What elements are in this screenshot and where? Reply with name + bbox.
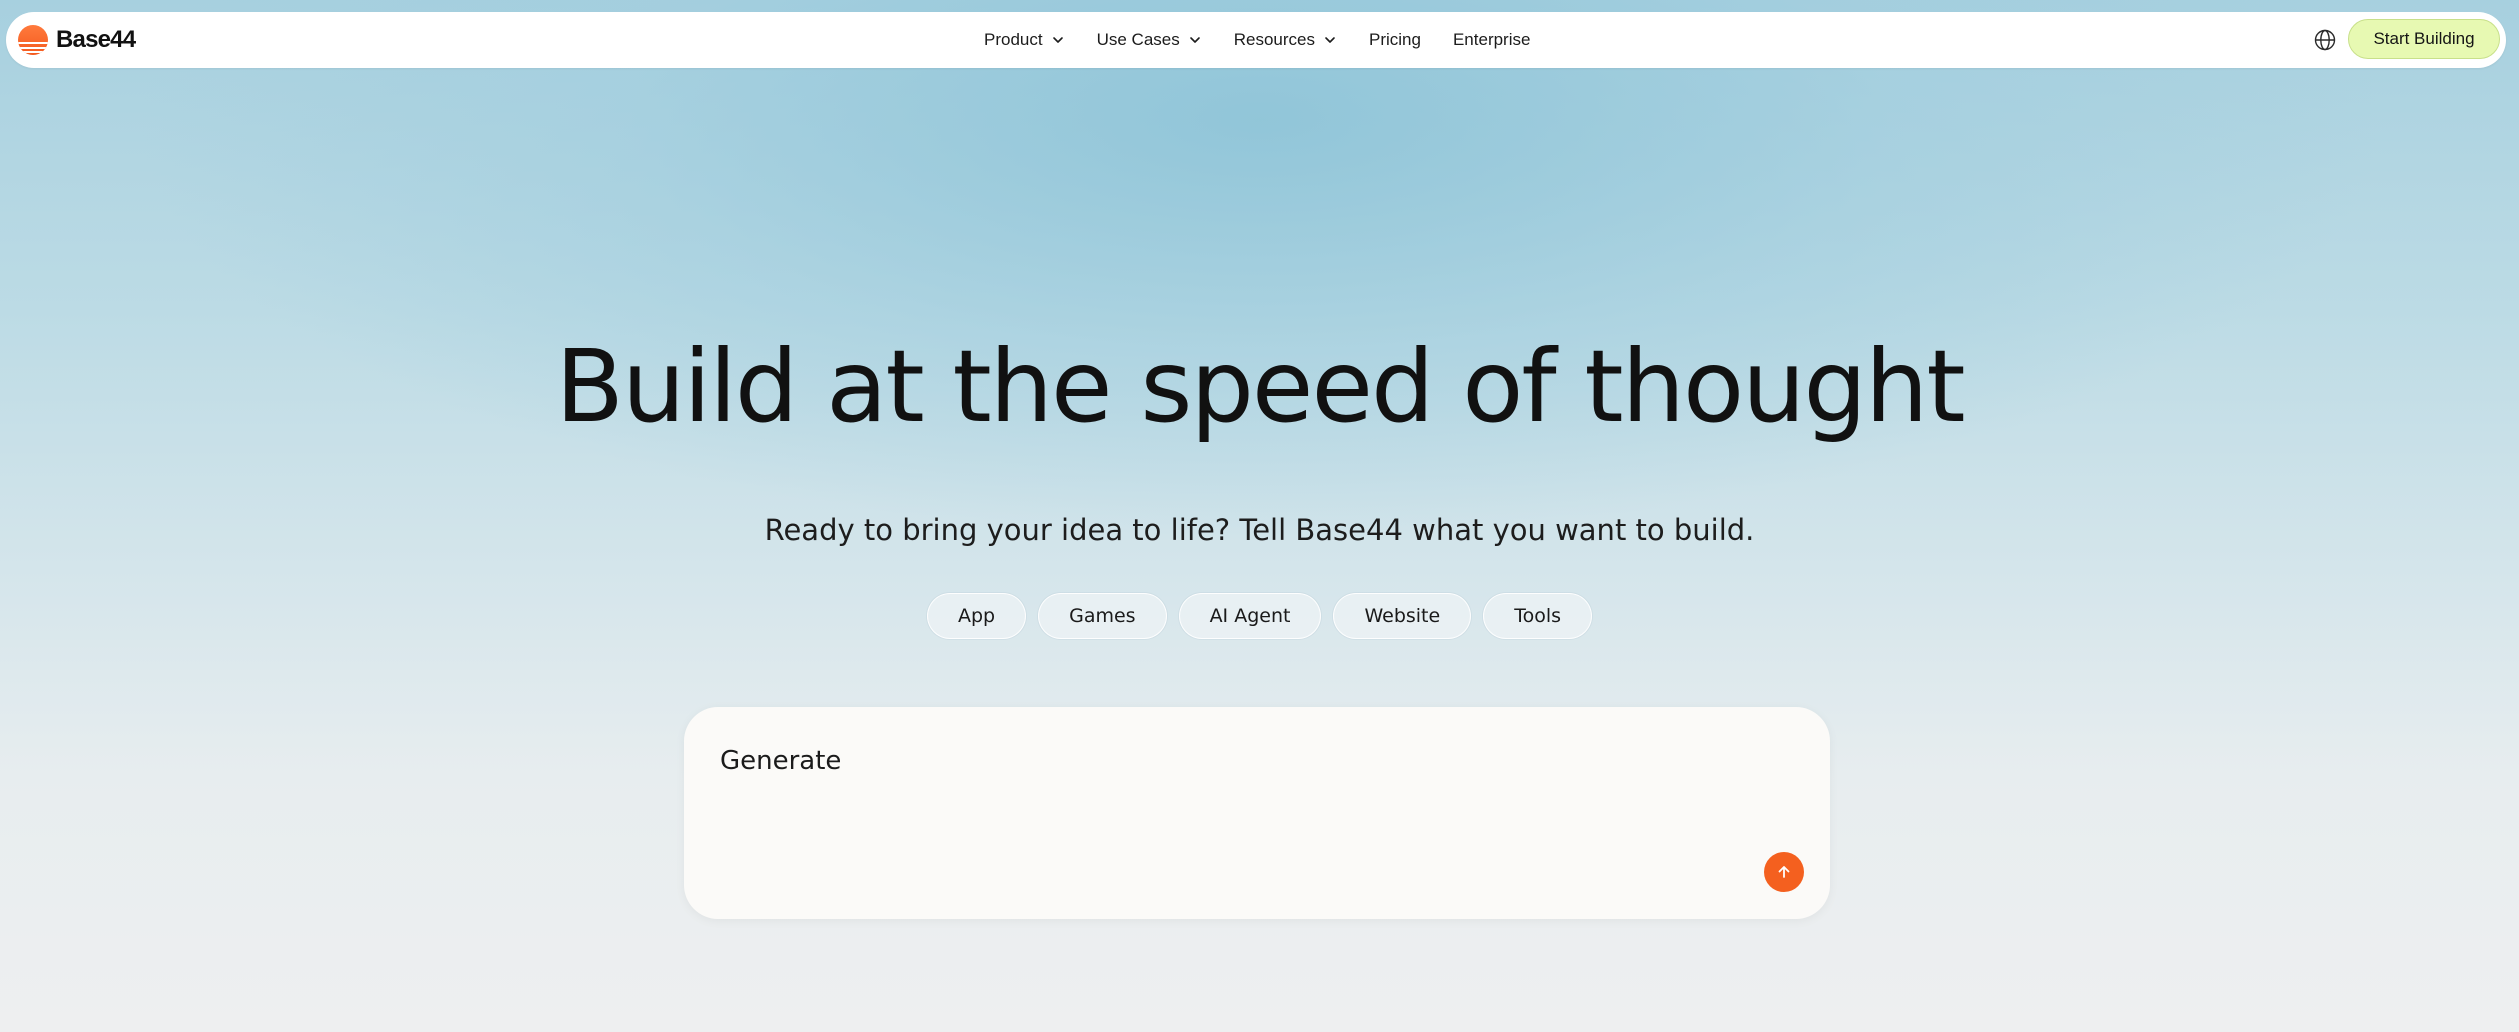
main-nav: Product Use Cases Resources Pricing Ente… <box>984 12 1530 68</box>
prompt-input[interactable] <box>720 741 1740 781</box>
chip-website[interactable]: Website <box>1333 593 1472 639</box>
base44-logo-icon <box>18 25 48 55</box>
hero-title: Build at the speed of thought <box>555 328 1965 445</box>
hero-subtitle: Ready to bring your idea to life? Tell B… <box>764 513 1755 547</box>
nav-item-pricing[interactable]: Pricing <box>1369 30 1421 50</box>
chip-tools[interactable]: Tools <box>1483 593 1593 639</box>
nav-item-label: Use Cases <box>1096 30 1180 49</box>
chevron-down-icon <box>1189 37 1200 43</box>
nav-item-label: Enterprise <box>1452 30 1531 49</box>
chip-app[interactable]: App <box>926 593 1027 639</box>
nav-item-label: Product <box>984 30 1043 49</box>
top-navbar: Base44 Product Use Cases Resources Prici… <box>6 12 2506 68</box>
arrow-up-icon <box>1778 866 1790 878</box>
brand-name: Base44 <box>56 26 136 53</box>
send-button[interactable] <box>1764 852 1804 892</box>
nav-item-product[interactable]: Product <box>984 30 1065 50</box>
category-chips: App Games AI Agent Website Tools <box>0 593 2519 639</box>
start-building-button[interactable]: Start Building <box>2348 19 2500 59</box>
brand-logo[interactable]: Base44 <box>18 24 136 56</box>
nav-item-resources[interactable]: Resources <box>1234 30 1337 50</box>
chevron-down-icon <box>1325 37 1335 43</box>
nav-item-label: Resources <box>1233 30 1315 49</box>
globe-icon[interactable] <box>2312 27 2338 53</box>
nav-item-enterprise[interactable]: Enterprise <box>1453 30 1530 50</box>
prompt-box <box>684 707 1830 919</box>
chevron-down-icon <box>1052 37 1063 43</box>
chip-games[interactable]: Games <box>1038 593 1167 639</box>
nav-item-use-cases[interactable]: Use Cases <box>1097 30 1202 50</box>
chip-ai-agent[interactable]: AI Agent <box>1178 593 1322 639</box>
nav-item-label: Pricing <box>1369 30 1421 49</box>
